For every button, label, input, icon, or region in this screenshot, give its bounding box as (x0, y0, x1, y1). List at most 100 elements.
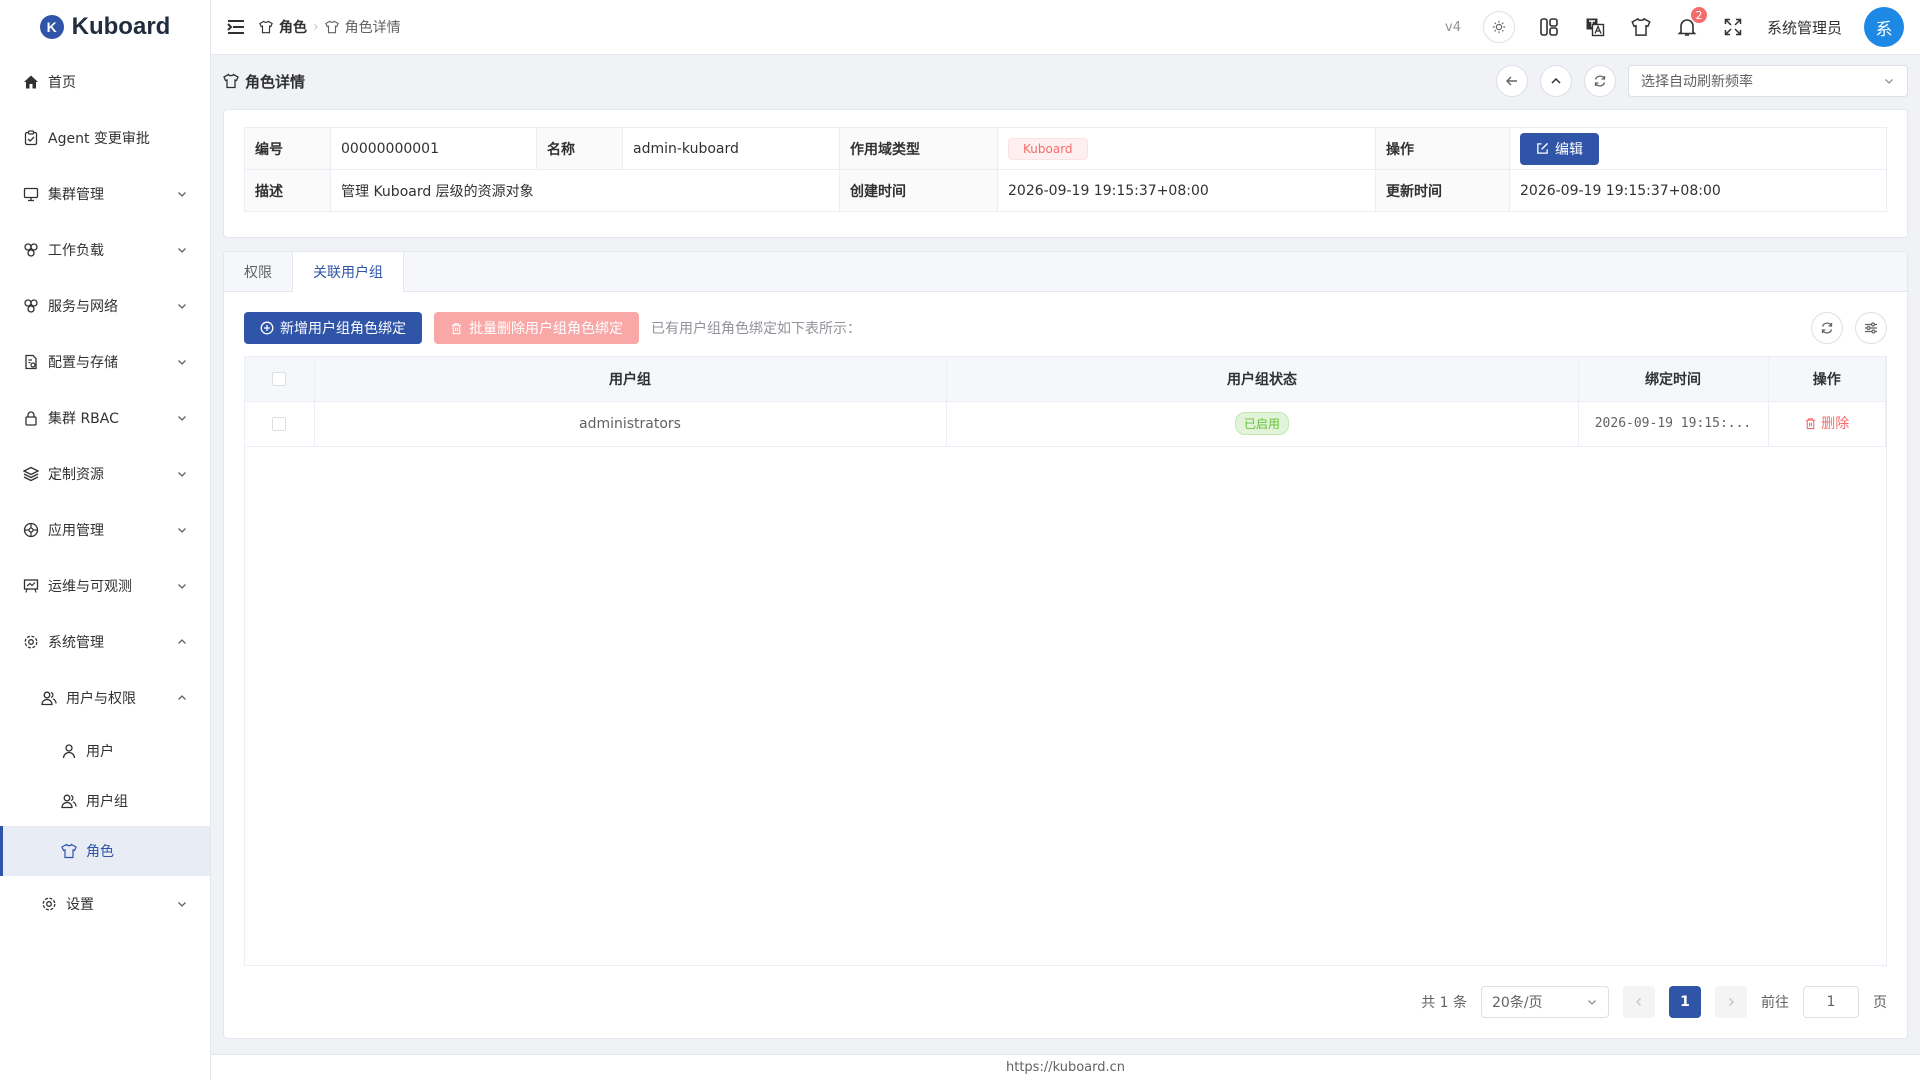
auto-refresh-select[interactable]: 选择自动刷新频率 (1628, 65, 1908, 97)
plus-circle-icon (260, 321, 274, 335)
desc-value: 管理 Kuboard 层级的资源对象 (330, 169, 840, 212)
config-file-icon (22, 353, 40, 371)
notification-bell-icon[interactable]: 2 (1675, 7, 1707, 39)
sidebar: K Kuboard 首页 Agent 变更审批 集群管理 工作负载 服务与网络 (0, 0, 211, 1080)
bindings-table: 用户组 用户组状态 绑定时间 操作 administrators 已启用 202… (244, 356, 1887, 966)
back-button[interactable] (1496, 65, 1528, 97)
sidebar-item-label: 角色 (86, 844, 114, 860)
translate-icon[interactable] (1583, 15, 1607, 39)
column-settings-button[interactable] (1855, 312, 1887, 344)
column-header-group[interactable]: 用户组 (314, 357, 947, 402)
sidebar-item-users-permissions[interactable]: 用户与权限 (0, 670, 210, 726)
cell-group[interactable]: administrators (314, 401, 947, 447)
sidebar-item-workloads[interactable]: 工作负载 (0, 222, 210, 278)
chevron-up-icon (178, 639, 186, 644)
sidebar-item-label: 服务与网络 (48, 299, 118, 315)
add-binding-button[interactable]: 新增用户组角色绑定 (244, 312, 422, 344)
created-value: 2026-09-19 19:15:37+08:00 (997, 169, 1376, 212)
trash-icon (1806, 418, 1816, 429)
created-label: 创建时间 (839, 169, 998, 212)
sidebar-item-ops-observability[interactable]: 运维与可观测 (0, 558, 210, 614)
table-row: administrators 已启用 2026-09-19 19:15:... … (245, 401, 1886, 447)
sidebar-item-label: 运维与可观测 (48, 579, 132, 595)
dashboard-icon (22, 577, 40, 595)
chevron-right-icon (1729, 998, 1734, 1006)
users-icon (60, 792, 78, 810)
layers-icon (22, 465, 40, 483)
app-name: Kuboard (71, 13, 171, 40)
page-header: 角色详情 选择自动刷新频率 (211, 55, 1920, 107)
role-info-card: 编号 00000000001 名称 admin-kuboard 作用域类型 Ku… (223, 109, 1908, 238)
sidebar-item-app-management[interactable]: 应用管理 (0, 502, 210, 558)
select-all-checkbox[interactable] (272, 371, 287, 386)
username-label[interactable]: 系统管理员 (1767, 17, 1842, 38)
refresh-button[interactable] (1584, 65, 1616, 97)
home-icon (22, 73, 40, 91)
sidebar-item-config-storage[interactable]: 配置与存储 (0, 334, 210, 390)
name-value: admin-kuboard (622, 127, 840, 170)
avatar[interactable]: 系 (1864, 7, 1904, 47)
clipboard-check-icon (22, 129, 40, 147)
tabs-card: 权限 关联用户组 新增用户组角色绑定 批量删除用户组角色绑定 已有用户组角色绑定… (223, 251, 1908, 1039)
page-title-text: 角色详情 (245, 72, 306, 91)
table-toolbar: 新增用户组角色绑定 批量删除用户组角色绑定 已有用户组角色绑定如下表所示： (224, 292, 1907, 356)
next-page-button[interactable] (1715, 986, 1747, 1018)
notification-badge: 2 (1690, 7, 1707, 23)
row-checkbox[interactable] (272, 416, 287, 431)
chevron-down-icon (178, 248, 186, 253)
status-badge: 已启用 (1234, 412, 1289, 435)
pagination: 共 1 条 20条/页 1 前往 1 页 (1421, 986, 1887, 1018)
sidebar-item-cluster-rbac[interactable]: 集群 RBAC (0, 390, 210, 446)
updated-value: 2026-09-19 19:15:37+08:00 (1509, 169, 1887, 212)
version-label: v4 (1445, 19, 1461, 35)
cell-bind-time: 2026-09-19 19:15:... (1578, 401, 1769, 447)
app-logo[interactable]: K Kuboard (0, 0, 210, 54)
app-wheel-icon (22, 521, 40, 539)
breadcrumb-current: 角色详情 (344, 20, 401, 36)
sidebar-item-label: 用户 (86, 744, 114, 760)
sidebar-item-custom-resources[interactable]: 定制资源 (0, 446, 210, 502)
sidebar-item-user[interactable]: 用户 (0, 726, 210, 776)
sidebar-item-label: 设置 (66, 897, 94, 913)
sidebar-item-settings[interactable]: 设置 (0, 876, 210, 932)
page-suffix-label: 页 (1873, 995, 1887, 1011)
sidebar-item-home[interactable]: 首页 (0, 54, 210, 110)
sidebar-item-label: Agent 变更审批 (48, 131, 150, 147)
batch-delete-button[interactable]: 批量删除用户组角色绑定 (434, 312, 639, 344)
sidebar-item-role[interactable]: 角色 (0, 826, 210, 876)
sidebar-item-usergroup[interactable]: 用户组 (0, 776, 210, 826)
shirt-icon (223, 73, 239, 89)
page-button-current[interactable]: 1 (1669, 986, 1701, 1018)
arrow-left-icon (1506, 76, 1517, 86)
breadcrumb-role[interactable]: 角色 (279, 17, 307, 37)
edit-button[interactable]: 编辑 (1520, 132, 1599, 165)
ops-label: 操作 (1375, 127, 1510, 170)
footer-link[interactable]: https://kuboard.cn (1006, 1060, 1125, 1075)
column-header-status[interactable]: 用户组状态 (946, 357, 1579, 402)
gear-icon (40, 895, 58, 913)
chevron-down-icon (1588, 1000, 1596, 1005)
sliders-icon (1865, 322, 1877, 334)
delete-row-button[interactable]: 删除 (1804, 413, 1849, 433)
fullscreen-icon[interactable] (1721, 15, 1745, 39)
tab-linked-groups[interactable]: 关联用户组 (293, 252, 404, 292)
shirt-icon[interactable] (1629, 15, 1653, 39)
tab-permissions[interactable]: 权限 (224, 252, 293, 291)
prev-page-button[interactable] (1623, 986, 1655, 1018)
cubes-icon (22, 241, 40, 259)
column-header-bind-time[interactable]: 绑定时间 (1578, 357, 1769, 402)
page-size-select[interactable]: 20条/页 (1481, 986, 1609, 1018)
goto-page-input[interactable]: 1 (1803, 986, 1859, 1018)
chevron-down-icon (1885, 79, 1893, 84)
layout-icon[interactable] (1537, 15, 1561, 39)
trash-icon (451, 322, 462, 334)
add-binding-label: 新增用户组角色绑定 (280, 321, 406, 337)
sidebar-item-services-network[interactable]: 服务与网络 (0, 278, 210, 334)
sidebar-item-system-management[interactable]: 系统管理 (0, 614, 210, 670)
collapse-button[interactable] (1540, 65, 1572, 97)
table-refresh-button[interactable] (1811, 312, 1843, 344)
sidebar-item-cluster-management[interactable]: 集群管理 (0, 166, 210, 222)
theme-toggle-button[interactable] (1482, 11, 1515, 43)
menu-toggle-icon[interactable] (227, 19, 245, 35)
sidebar-item-agent-approval[interactable]: Agent 变更审批 (0, 110, 210, 166)
